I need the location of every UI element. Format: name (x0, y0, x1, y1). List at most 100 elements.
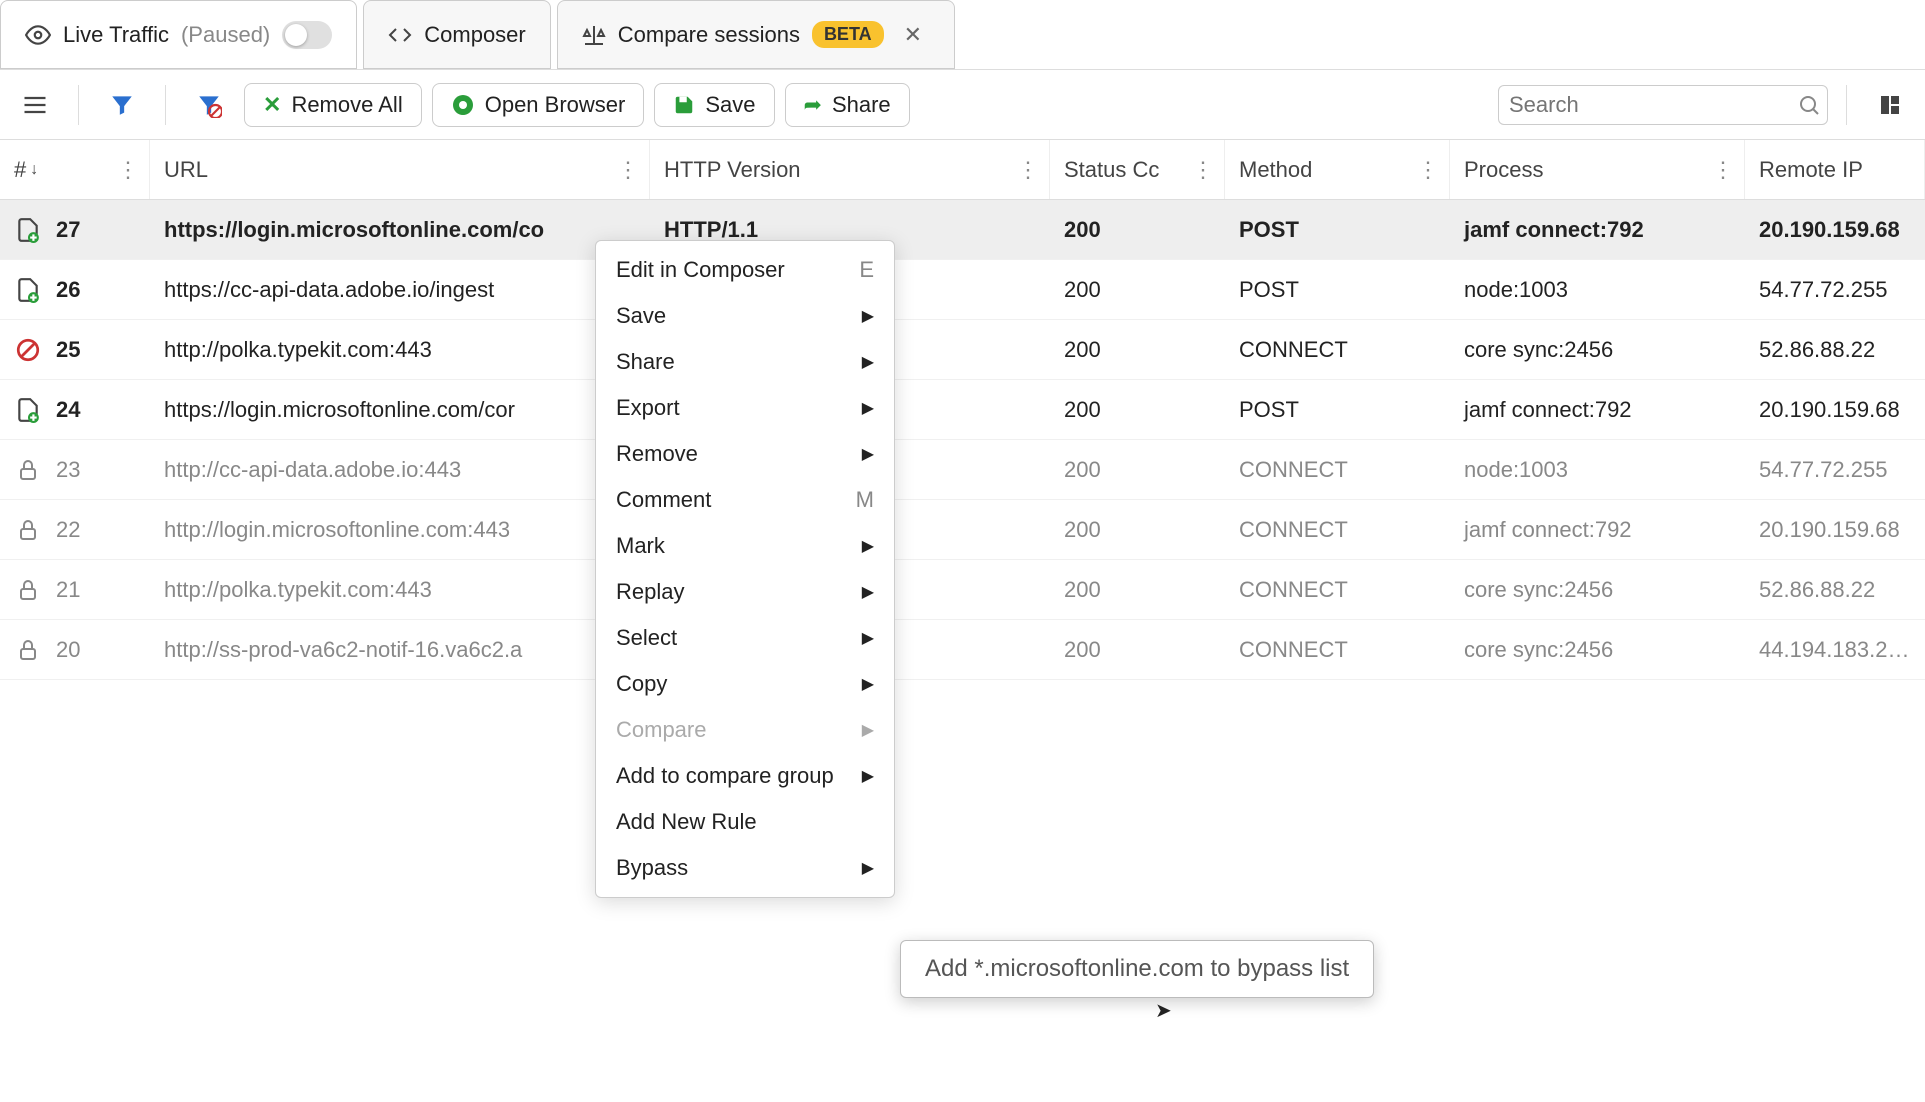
row-url: https://cc-api-data.adobe.io/ingest (150, 277, 650, 303)
table-row[interactable]: 26https://cc-api-data.adobe.io/ingest200… (0, 260, 1925, 320)
menu-select[interactable]: Select▶ (596, 615, 894, 661)
table-row[interactable]: 20http://ss-prod-va6c2-notif-16.va6c2.a2… (0, 620, 1925, 680)
row-ip: 20.190.159.68 (1745, 217, 1925, 243)
menu-edit-composer[interactable]: Edit in ComposerE (596, 247, 894, 293)
menu-icon[interactable] (10, 80, 60, 130)
search-icon (1797, 93, 1821, 117)
menu-add-new-rule[interactable]: Add New Rule (596, 799, 894, 845)
x-icon: ✕ (263, 92, 281, 118)
row-ip: 20.190.159.68 (1745, 397, 1925, 423)
menu-mark[interactable]: Mark▶ (596, 523, 894, 569)
row-status: 200 (1050, 397, 1225, 423)
remove-all-button[interactable]: ✕ Remove All (244, 83, 422, 127)
row-url: http://login.microsoftonline.com:443 (150, 517, 650, 543)
column-menu-icon[interactable]: ⋮ (1712, 157, 1734, 183)
bypass-submenu-item[interactable]: Add *.microsoftonline.com to bypass list (925, 955, 1349, 983)
row-process: core sync:2456 (1450, 637, 1745, 663)
table-row[interactable]: 25http://polka.typekit.com:443200CONNECT… (0, 320, 1925, 380)
row-method: POST (1225, 217, 1450, 243)
sort-desc-icon: ↓ (30, 161, 38, 179)
chevron-right-icon: ▶ (862, 444, 874, 464)
chevron-right-icon: ▶ (862, 536, 874, 556)
row-url: http://cc-api-data.adobe.io:443 (150, 457, 650, 483)
table-row[interactable]: 21http://polka.typekit.com:443200CONNECT… (0, 560, 1925, 620)
column-remote-ip[interactable]: Remote IP (1745, 140, 1925, 199)
filter-clear-icon[interactable] (184, 80, 234, 130)
chevron-right-icon: ▶ (862, 398, 874, 418)
column-number[interactable]: #↓⋮ (0, 140, 150, 199)
close-icon[interactable]: ✕ (896, 22, 930, 48)
lock-icon (14, 636, 42, 664)
tab-composer[interactable]: Composer (363, 0, 550, 69)
lock-icon (14, 456, 42, 484)
chevron-right-icon: ▶ (862, 766, 874, 786)
doc-icon (14, 216, 42, 244)
row-process: core sync:2456 (1450, 577, 1745, 603)
row-process: jamf connect:792 (1450, 517, 1745, 543)
lock-icon (14, 516, 42, 544)
menu-compare: Compare▶ (596, 707, 894, 753)
doc-icon (14, 276, 42, 304)
row-method: CONNECT (1225, 457, 1450, 483)
column-status[interactable]: Status Cc⋮ (1050, 140, 1225, 199)
menu-remove[interactable]: Remove▶ (596, 431, 894, 477)
tab-compare-sessions[interactable]: Compare sessions BETA ✕ (557, 0, 955, 69)
chevron-right-icon: ▶ (862, 858, 874, 878)
row-url: http://ss-prod-va6c2-notif-16.va6c2.a (150, 637, 650, 663)
chevron-right-icon: ▶ (862, 352, 874, 372)
scale-icon (582, 23, 606, 47)
row-method: POST (1225, 397, 1450, 423)
column-menu-icon[interactable]: ⋮ (1192, 157, 1214, 183)
context-menu: Edit in ComposerE Save▶ Share▶ Export▶ R… (595, 240, 895, 898)
menu-replay[interactable]: Replay▶ (596, 569, 894, 615)
session-table: 27https://login.microsoftonline.com/coHT… (0, 200, 1925, 680)
row-ip: 52.86.88.22 (1745, 577, 1925, 603)
lock-icon (14, 576, 42, 604)
save-button[interactable]: Save (654, 83, 774, 127)
traffic-toggle[interactable] (282, 21, 332, 49)
column-method[interactable]: Method⋮ (1225, 140, 1450, 199)
eye-icon (25, 22, 51, 48)
menu-save[interactable]: Save▶ (596, 293, 894, 339)
row-process: jamf connect:792 (1450, 397, 1745, 423)
cursor-icon: ➤ (1155, 998, 1172, 1023)
layout-icon[interactable] (1865, 80, 1915, 130)
table-row[interactable]: 23http://cc-api-data.adobe.io:443200CONN… (0, 440, 1925, 500)
column-http-version[interactable]: HTTP Version⋮ (650, 140, 1050, 199)
row-status: 200 (1050, 517, 1225, 543)
column-menu-icon[interactable]: ⋮ (117, 157, 139, 183)
row-url: https://login.microsoftonline.com/cor (150, 397, 650, 423)
button-label: Save (705, 92, 755, 118)
menu-export[interactable]: Export▶ (596, 385, 894, 431)
table-row[interactable]: 22 http://login.microsoftonline.com:443 20… (0, 500, 1925, 560)
column-menu-icon[interactable]: ⋮ (1417, 157, 1439, 183)
menu-copy[interactable]: Copy▶ (596, 661, 894, 707)
row-index: 25 (56, 337, 80, 363)
table-header: #↓⋮ URL⋮ HTTP Version⋮ Status Cc⋮ Method… (0, 140, 1925, 200)
share-icon: ➦ (804, 92, 822, 118)
column-process[interactable]: Process⋮ (1450, 140, 1745, 199)
row-index: 24 (56, 397, 80, 423)
save-icon (673, 94, 695, 116)
chevron-right-icon: ▶ (862, 306, 874, 326)
filter-icon[interactable] (97, 80, 147, 130)
column-url[interactable]: URL⋮ (150, 140, 650, 199)
row-process: jamf connect:792 (1450, 217, 1745, 243)
menu-add-compare-group[interactable]: Add to compare group▶ (596, 753, 894, 799)
table-row[interactable]: 24 https://login.microsoftonline.com/cor 2… (0, 380, 1925, 440)
column-menu-icon[interactable]: ⋮ (617, 157, 639, 183)
row-index: 22 (56, 517, 80, 543)
tab-live-traffic[interactable]: Live Traffic (Paused) (0, 0, 357, 69)
row-ip: 20.190.159.68 (1745, 517, 1925, 543)
row-status: 200 (1050, 217, 1225, 243)
search-box[interactable] (1498, 85, 1828, 125)
menu-bypass[interactable]: Bypass▶ (596, 845, 894, 891)
menu-comment[interactable]: CommentM (596, 477, 894, 523)
table-row[interactable]: 27https://login.microsoftonline.com/coHT… (0, 200, 1925, 260)
menu-share[interactable]: Share▶ (596, 339, 894, 385)
row-index: 20 (56, 637, 80, 663)
open-browser-button[interactable]: Open Browser (432, 83, 645, 127)
column-menu-icon[interactable]: ⋮ (1017, 157, 1039, 183)
share-button[interactable]: ➦ Share (785, 83, 910, 127)
search-input[interactable] (1509, 92, 1797, 118)
